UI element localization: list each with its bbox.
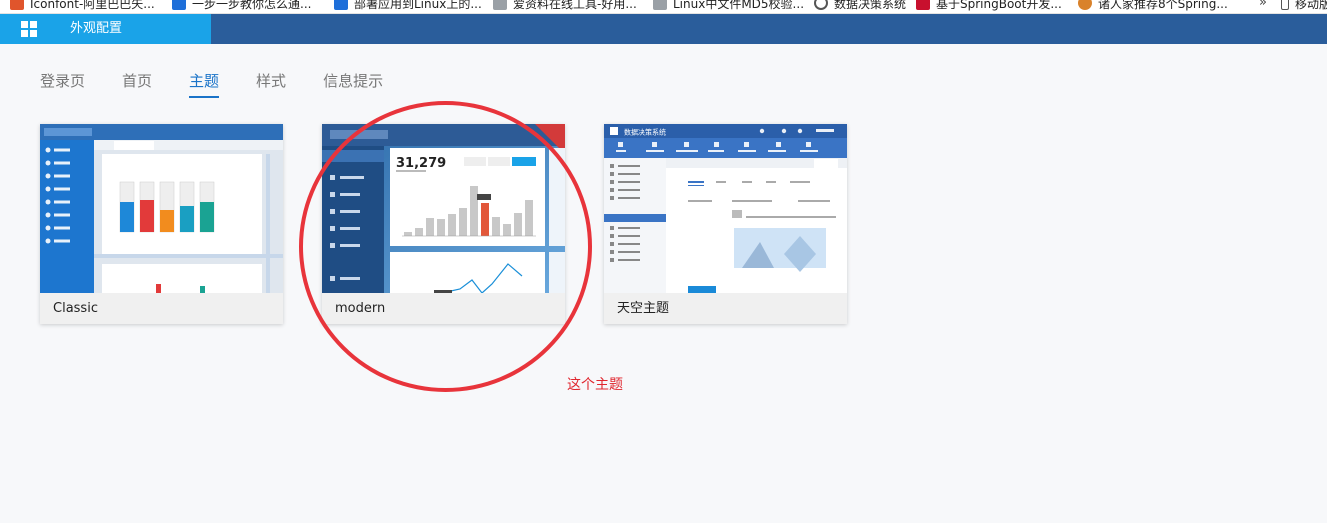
grid-menu-icon — [21, 21, 37, 37]
tab-theme[interactable]: 主题 — [189, 70, 220, 98]
more-bookmarks-icon[interactable]: » — [1259, 0, 1267, 10]
bookmark-spring-recommend[interactable]: 诸人家推荐8个Spring... — [1078, 0, 1228, 12]
bookmark-label: 数据决策系统 — [834, 0, 907, 11]
bookmark-tools[interactable]: 爱资料在线工具-好用... — [493, 0, 637, 12]
theme-card-modern[interactable]: 31,279 modern — [322, 124, 565, 324]
bookmark-mobile[interactable]: 移动版 — [1281, 0, 1327, 12]
settings-nav: 登录页 首页 主题 样式 信息提示 — [40, 70, 420, 98]
tab-login-page[interactable]: 登录页 — [40, 70, 85, 98]
bookmark-favicon-icon — [916, 0, 930, 10]
bookmark-favicon-icon — [493, 0, 507, 10]
tab-appearance-config[interactable]: 外观配置 — [58, 14, 211, 44]
bookmark-linux-md5[interactable]: Linux中文件MD5校验... — [653, 0, 804, 12]
theme-preview-classic — [40, 124, 283, 293]
annotation-text: 这个主题 — [567, 377, 623, 393]
theme-preview-modern: 31,279 — [322, 124, 565, 293]
tab-messages[interactable]: 信息提示 — [323, 70, 383, 98]
tab-home-page[interactable]: 首页 — [122, 70, 152, 98]
bookmark-label: 部署应用到Linux上的... — [354, 0, 482, 11]
theme-preview-sky: 数据决策系统 — [604, 124, 847, 293]
bookmark-favicon-icon — [653, 0, 667, 10]
bookmark-label: 爱资料在线工具-好用... — [513, 0, 637, 11]
bookmark-iconfont[interactable]: Iconfont-阿里巴巴矢... — [10, 0, 155, 12]
bookmark-favicon-icon — [334, 0, 348, 10]
preview-app-title: 数据决策系统 — [624, 128, 666, 137]
globe-icon — [814, 0, 828, 10]
bookmark-label: 诸人家推荐8个Spring... — [1098, 0, 1228, 11]
bookmark-label: 移动版 — [1295, 0, 1327, 11]
app-header: 外观配置 — [0, 14, 1327, 44]
bookmark-favicon-icon — [1078, 0, 1092, 10]
theme-card-sky[interactable]: 数据决策系统 天空主题 — [604, 124, 847, 324]
home-button[interactable] — [0, 14, 58, 44]
bookmarks-bar: Iconfont-阿里巴巴矢... 一步一步教你怎么通... 部署应用到Linu… — [0, 0, 1327, 14]
bookmark-label: 基于SpringBoot开发... — [936, 0, 1062, 11]
bookmark-springboot[interactable]: 基于SpringBoot开发... — [916, 0, 1062, 12]
phone-icon — [1281, 0, 1289, 10]
theme-name: Classic — [40, 293, 283, 324]
preview-big-number: 31,279 — [396, 156, 446, 171]
tab-style[interactable]: 样式 — [256, 70, 286, 98]
bookmark-decision-system[interactable]: 数据决策系统 — [814, 0, 906, 12]
bookmark-label: Iconfont-阿里巴巴矢... — [30, 0, 155, 11]
theme-name: modern — [322, 293, 565, 324]
theme-card-classic[interactable]: Classic — [40, 124, 283, 324]
bookmark-favicon-icon — [172, 0, 186, 10]
bookmark-deploy-linux[interactable]: 部署应用到Linux上的... — [334, 0, 482, 12]
bookmark-label: 一步一步教你怎么通... — [192, 0, 312, 11]
theme-name: 天空主题 — [604, 293, 847, 324]
bookmark-tutorial[interactable]: 一步一步教你怎么通... — [172, 0, 311, 12]
iconfont-favicon-icon — [10, 0, 24, 10]
bookmark-label: Linux中文件MD5校验... — [673, 0, 805, 11]
